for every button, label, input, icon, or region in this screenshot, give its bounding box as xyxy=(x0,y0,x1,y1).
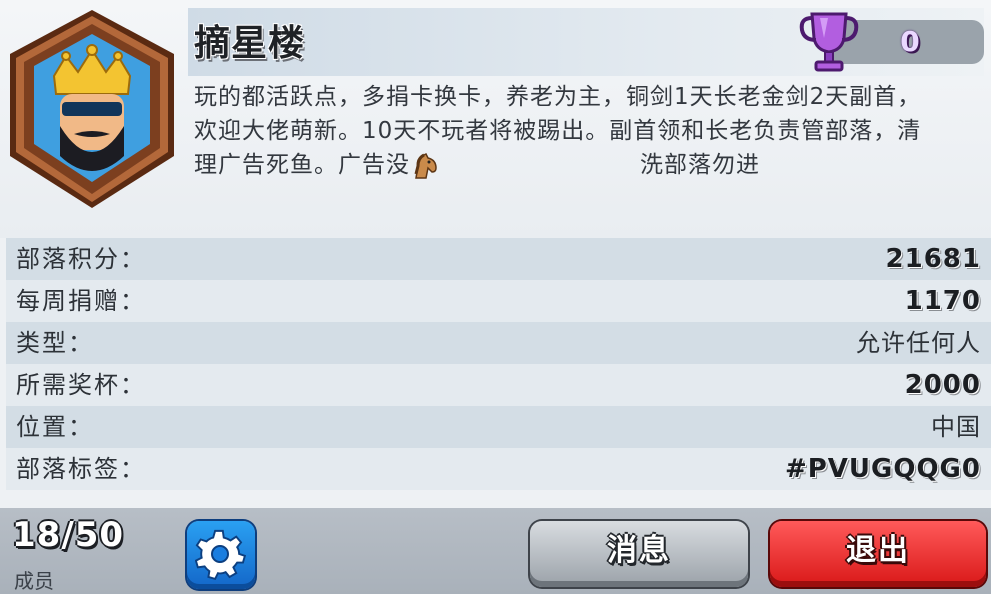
gear-icon xyxy=(195,529,247,581)
info-label: 每周捐赠： xyxy=(16,287,146,315)
info-row-score: 部落积分： 21681 xyxy=(6,238,991,280)
info-label: 所需奖杯： xyxy=(16,371,146,399)
description-line: 玩的都活跃点，多捐卡换卡，养老为主，铜剑1天长老金剑2天副首， xyxy=(194,84,922,110)
info-value: 21681 xyxy=(885,244,981,274)
settings-button[interactable] xyxy=(187,521,255,589)
description-line: 理广告死鱼。广告没 洗部落勿进 xyxy=(194,152,760,179)
info-row-location: 位置： 中国 xyxy=(6,406,991,448)
trophy-count: 0 xyxy=(900,25,920,58)
clan-name: 摘星楼 xyxy=(194,23,306,64)
clan-badge-icon xyxy=(10,10,174,208)
trophy-icon xyxy=(799,12,859,72)
info-value[interactable]: #PVUGQQG0 xyxy=(785,448,981,490)
info-value: 允许任何人 xyxy=(856,329,981,357)
description-line: 欢迎大佬萌新。10天不玩者将被踢出。副首领和长老负责管部落，清 xyxy=(194,118,922,144)
info-label: 部落标签： xyxy=(16,455,146,483)
clan-header: 摘星楼 0 玩的都活跃点，多捐卡换卡，养老为主，铜剑1天长老金剑2天副首， 欢迎… xyxy=(0,0,991,238)
info-value: 1170 xyxy=(904,286,981,316)
info-label: 部落积分： xyxy=(16,245,146,273)
exit-button[interactable]: 退出 xyxy=(770,521,986,587)
horse-icon xyxy=(414,152,437,179)
members-count: 18/50 xyxy=(12,515,125,555)
members-label: 成员 xyxy=(14,569,54,593)
info-label: 位置： xyxy=(16,413,94,441)
message-button[interactable]: 消息 xyxy=(530,521,748,587)
info-value: 2000 xyxy=(904,370,981,400)
clan-info-table: 部落积分： 21681 每周捐赠： 1170 类型： 允许任何人 所需奖杯： 2… xyxy=(6,238,991,490)
info-label: 类型： xyxy=(16,329,94,357)
info-row-donations: 每周捐赠： 1170 xyxy=(6,280,991,322)
info-value: 中国 xyxy=(931,413,981,441)
info-row-type: 类型： 允许任何人 xyxy=(6,322,991,364)
info-row-clan-tag: 部落标签： #PVUGQQG0 xyxy=(6,448,991,490)
clan-description: 玩的都活跃点，多捐卡换卡，养老为主，铜剑1天长老金剑2天副首， 欢迎大佬萌新。1… xyxy=(194,80,974,182)
info-row-required-trophies: 所需奖杯： 2000 xyxy=(6,364,991,406)
